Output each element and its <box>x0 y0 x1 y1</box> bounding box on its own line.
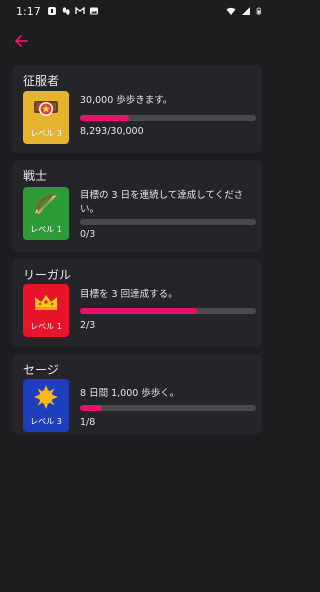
badge-level-label: レベル 3 <box>30 129 62 138</box>
badge-level-label: レベル 3 <box>30 417 62 426</box>
gmail-notification-icon <box>75 6 85 14</box>
app-notification-icon <box>47 7 56 15</box>
achievement-card[interactable]: セージ レベル 3 8 日間 1,000 歩歩く。 1/8 <box>12 354 262 434</box>
badge-level-label: レベル 1 <box>30 322 62 331</box>
achievement-badge: レベル 1 <box>23 187 69 240</box>
achievement-badge: レベル 3 <box>23 91 69 144</box>
signal-icon <box>242 7 250 15</box>
progress-text: 2/3 <box>80 320 96 331</box>
bow-arrow-icon <box>23 187 69 223</box>
wifi-icon <box>226 7 236 15</box>
medal-icon <box>23 91 69 127</box>
achievement-title: リーガル <box>23 268 72 282</box>
progress-bar <box>80 219 256 225</box>
achievement-card[interactable]: リーガル レベル 1 目標を 3 回達成する。 2/3 <box>12 259 262 347</box>
image-notification-icon <box>89 7 98 15</box>
progress-text: 0/3 <box>80 229 96 240</box>
achievement-title: 征服者 <box>23 74 60 88</box>
badge-level-label: レベル 1 <box>30 225 62 234</box>
achievement-card[interactable]: 征服者 レベル 3 30,000 歩歩きます。 8,293/30,000 <box>12 65 262 153</box>
sun-icon <box>23 379 69 415</box>
achievement-description: 目標の 3 日を連続して達成してください。 <box>80 190 244 215</box>
status-time: 1:17 <box>16 4 41 18</box>
achievement-title: セージ <box>23 363 59 377</box>
crown-icon <box>23 284 69 320</box>
achievement-card[interactable]: 戦士 レベル 1 目標の 3 日を連続して達成してください。 0/3 <box>12 160 262 252</box>
status-bar: 1:17 <box>0 0 273 22</box>
progress-bar-fill <box>80 308 198 314</box>
footprint-notification-icon <box>62 7 70 15</box>
progress-bar <box>80 308 256 314</box>
toolbar <box>0 26 273 58</box>
progress-bar-fill <box>80 115 129 121</box>
back-button[interactable] <box>10 30 32 52</box>
progress-text: 1/8 <box>80 417 96 428</box>
achievement-description: 8 日間 1,000 歩歩く。 <box>80 388 180 399</box>
back-arrow-icon <box>15 35 28 47</box>
achievement-badge: レベル 3 <box>23 379 69 432</box>
progress-bar-fill <box>80 405 102 411</box>
achievement-description: 30,000 歩歩きます。 <box>80 95 173 106</box>
progress-bar <box>80 405 256 411</box>
achievement-badge: レベル 1 <box>23 284 69 337</box>
progress-text: 8,293/30,000 <box>80 126 144 137</box>
progress-bar <box>80 115 256 121</box>
achievement-description: 目標を 3 回達成する。 <box>80 289 178 300</box>
achievement-title: 戦士 <box>23 169 48 183</box>
battery-icon <box>256 7 261 15</box>
